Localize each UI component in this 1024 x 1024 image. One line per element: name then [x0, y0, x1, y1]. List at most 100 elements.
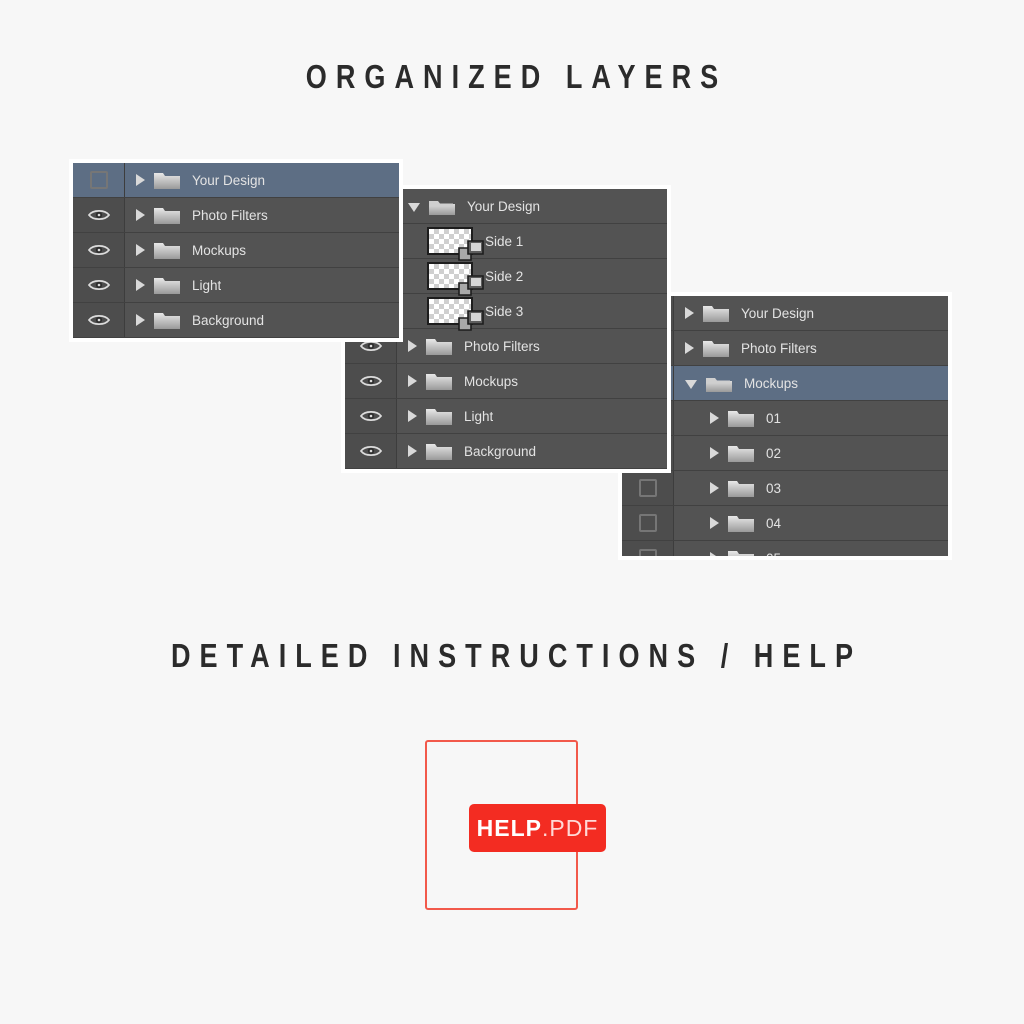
- folder-open-icon: [429, 200, 455, 215]
- layer-row-body[interactable]: 04: [674, 506, 948, 540]
- checkbox-icon[interactable]: [638, 479, 657, 497]
- layer-row[interactable]: 04: [622, 506, 948, 541]
- chevron-right-icon[interactable]: [710, 552, 719, 556]
- visibility-toggle-checkbox-icon[interactable]: [622, 506, 674, 540]
- layer-row-body[interactable]: Background: [397, 434, 667, 468]
- layer-row-body[interactable]: Mockups: [125, 233, 399, 267]
- folder-icon: [728, 515, 754, 532]
- chevron-down-icon[interactable]: [685, 380, 697, 389]
- layer-name-label: Mockups: [744, 375, 799, 391]
- layer-name-label: Background: [464, 443, 537, 459]
- chevron-right-icon[interactable]: [136, 209, 145, 221]
- layer-row-body[interactable]: Light: [125, 268, 399, 302]
- layer-name-label: Mockups: [464, 373, 519, 389]
- layers-panel-collapsed[interactable]: Your Design Photo Filters Mockups Light Back…: [73, 163, 399, 338]
- layer-row[interactable]: Your Design: [622, 296, 948, 331]
- layer-row[interactable]: Mockups: [345, 364, 667, 399]
- layer-name-label: Light: [192, 277, 222, 293]
- layer-row[interactable]: Photo Filters: [622, 331, 948, 366]
- folder-icon: [728, 445, 754, 462]
- layer-name-label: 01: [766, 410, 782, 426]
- chevron-right-icon[interactable]: [136, 174, 145, 186]
- folder-icon: [154, 312, 180, 329]
- layer-row-body[interactable]: Light: [397, 399, 667, 433]
- chevron-right-icon[interactable]: [136, 314, 145, 326]
- layer-row-body[interactable]: Your Design: [125, 163, 399, 197]
- folder-open-icon: [706, 377, 732, 392]
- layer-row-body[interactable]: Background: [125, 303, 399, 337]
- layer-row-body[interactable]: 02: [674, 436, 948, 470]
- layer-row[interactable]: 03: [622, 471, 948, 506]
- layer-row-body[interactable]: Mockups: [397, 364, 667, 398]
- layer-thumbnail-icon: [427, 262, 484, 296]
- layer-row-body[interactable]: Side 2: [397, 259, 667, 296]
- layer-row-body[interactable]: Photo Filters: [397, 329, 667, 363]
- visibility-toggle-eye-icon[interactable]: [345, 364, 397, 398]
- visibility-toggle-checkbox-icon[interactable]: [73, 163, 125, 197]
- layer-name-label: Light: [464, 408, 494, 424]
- visibility-toggle-eye-icon[interactable]: [73, 198, 125, 232]
- layer-name-label: 04: [766, 515, 782, 531]
- layer-row-body[interactable]: Side 1: [397, 224, 667, 261]
- chevron-right-icon[interactable]: [710, 447, 719, 459]
- visibility-toggle-eye-icon[interactable]: [73, 233, 125, 267]
- chevron-right-icon[interactable]: [710, 482, 719, 494]
- checkbox-icon[interactable]: [89, 171, 108, 189]
- help-pdf-label-extension: .PDF: [541, 814, 599, 841]
- layer-row[interactable]: Background: [73, 303, 399, 338]
- chevron-right-icon[interactable]: [685, 342, 694, 354]
- chevron-down-icon[interactable]: [408, 203, 420, 212]
- help-pdf-label-strong: HELP: [476, 814, 542, 841]
- layer-row-body[interactable]: 01: [674, 401, 948, 435]
- visibility-toggle-eye-icon[interactable]: [73, 268, 125, 302]
- visibility-toggle-eye-icon[interactable]: [73, 303, 125, 337]
- visibility-toggle-eye-icon[interactable]: [345, 434, 397, 468]
- layer-row[interactable]: 02: [622, 436, 948, 471]
- layer-row-body[interactable]: Your Design: [674, 296, 948, 330]
- checkbox-icon[interactable]: [638, 514, 657, 532]
- folder-icon: [426, 373, 452, 390]
- layer-row[interactable]: Light: [345, 399, 667, 434]
- layer-row[interactable]: Light: [73, 268, 399, 303]
- layer-name-label: Your Design: [467, 198, 541, 214]
- layer-mask-icon: [458, 240, 484, 261]
- layer-name-label: 05: [766, 551, 781, 557]
- layer-row[interactable]: Your Design: [73, 163, 399, 198]
- chevron-right-icon[interactable]: [685, 307, 694, 319]
- layer-name-label: Side 1: [485, 233, 524, 249]
- layer-row-body[interactable]: Photo Filters: [674, 331, 948, 365]
- help-pdf-badge[interactable]: HELP .PDF: [469, 804, 606, 852]
- folder-icon: [426, 443, 452, 460]
- folder-icon: [154, 172, 180, 189]
- layer-row[interactable]: 01: [622, 401, 948, 436]
- chevron-right-icon[interactable]: [408, 410, 417, 422]
- layers-panel-mockups-expanded[interactable]: Your Design Photo Filters Mockups 01 02 03 04 0…: [622, 296, 948, 556]
- layer-row-body[interactable]: Photo Filters: [125, 198, 399, 232]
- layer-row-body[interactable]: 03: [674, 471, 948, 505]
- chevron-right-icon[interactable]: [408, 445, 417, 457]
- layer-row[interactable]: Photo Filters: [73, 198, 399, 233]
- layer-row-body[interactable]: Your Design: [397, 189, 667, 223]
- layer-name-label: Side 2: [485, 268, 524, 284]
- visibility-toggle-eye-icon[interactable]: [345, 399, 397, 433]
- chevron-right-icon[interactable]: [408, 340, 417, 352]
- layer-row-body[interactable]: Side 3: [397, 294, 667, 331]
- chevron-right-icon[interactable]: [408, 375, 417, 387]
- folder-icon: [703, 305, 729, 322]
- visibility-toggle-checkbox-icon[interactable]: [622, 541, 674, 556]
- visibility-toggle-checkbox-icon[interactable]: [622, 471, 674, 505]
- chevron-right-icon[interactable]: [710, 517, 719, 529]
- layer-row-body[interactable]: 05: [674, 541, 948, 556]
- chevron-right-icon[interactable]: [136, 244, 145, 256]
- layer-row[interactable]: Background: [345, 434, 667, 469]
- layer-row[interactable]: 05: [622, 541, 948, 556]
- layer-name-label: Your Design: [741, 305, 815, 321]
- layer-name-label: Mockups: [192, 242, 247, 258]
- layer-row[interactable]: Mockups: [622, 366, 948, 401]
- layer-row[interactable]: Mockups: [73, 233, 399, 268]
- layer-row-body[interactable]: Mockups: [674, 366, 948, 400]
- checkbox-icon[interactable]: [638, 549, 657, 556]
- chevron-right-icon[interactable]: [136, 279, 145, 291]
- layer-thumbnail-icon: [427, 227, 484, 261]
- chevron-right-icon[interactable]: [710, 412, 719, 424]
